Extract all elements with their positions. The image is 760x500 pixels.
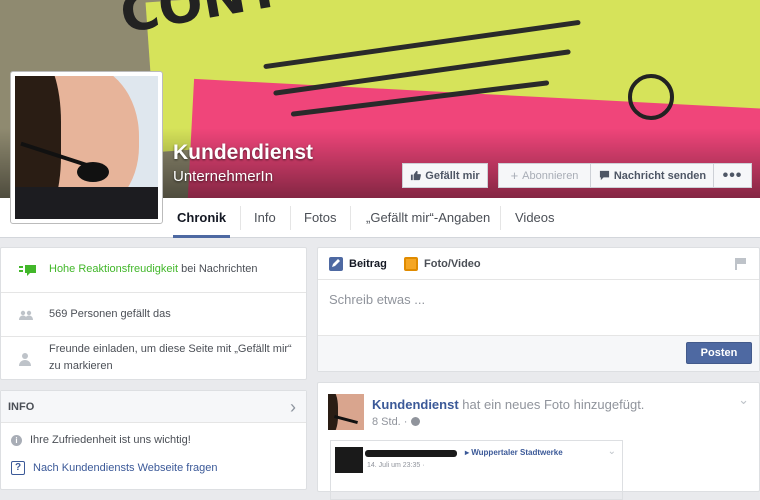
profile-picture[interactable] — [10, 71, 163, 224]
more-options-button[interactable]: ••• — [713, 163, 752, 188]
embedded-post[interactable]: ▸ Wuppertaler Stadtwerke 14. Juli um 23:… — [330, 440, 623, 500]
info-icon: i — [11, 434, 22, 446]
add-person-icon — [19, 353, 31, 366]
message-icon — [599, 170, 609, 181]
follow-label: Abonnieren — [522, 169, 579, 182]
redacted-avatar — [335, 447, 363, 473]
story-time[interactable]: 8 Std. · — [372, 416, 407, 428]
info-header[interactable]: INFO › — [1, 391, 306, 423]
author-avatar[interactable] — [328, 394, 364, 430]
chevron-right-icon: › — [290, 397, 296, 417]
status-input[interactable]: Schreib etwas ... — [329, 292, 425, 307]
message-label: Nachricht senden — [613, 169, 707, 182]
ask-website-row[interactable]: ? Nach Kundendiensts Webseite fragen — [11, 461, 217, 475]
tab-beitrag-label: Beitrag — [349, 258, 387, 270]
embedded-date: 14. Juli um 23:35 · — [367, 462, 425, 469]
send-message-button[interactable]: Nachricht senden — [590, 163, 714, 188]
plus-icon: + — [510, 168, 519, 183]
info-title: INFO — [8, 401, 35, 413]
chevron-down-icon[interactable]: ⌄ — [738, 392, 749, 408]
embedded-page-label: Wuppertaler Stadtwerke — [471, 448, 563, 457]
likes-count[interactable]: 569 Personen gefällt das — [49, 306, 298, 323]
tab-info[interactable]: Info — [250, 198, 280, 238]
ask-website-link[interactable]: Nach Kundendiensts Webseite fragen — [33, 462, 217, 474]
responsiveness-badge: Hohe Reaktionsfreudigkeit — [49, 263, 179, 275]
question-icon: ? — [11, 461, 25, 475]
story-meta: 8 Std. · — [372, 416, 420, 428]
like-button[interactable]: Gefällt mir — [402, 163, 488, 188]
pencil-icon — [329, 257, 343, 271]
author-name[interactable]: Kundendienst — [372, 397, 459, 412]
tab-beitrag[interactable]: Beitrag — [329, 248, 387, 280]
story-action: hat ein neues Foto hinzugefügt. — [458, 397, 645, 412]
tab-foto-video-label: Foto/Video — [424, 258, 481, 270]
tab-chronik[interactable]: Chronik — [173, 198, 231, 238]
embedded-page-name[interactable]: ▸ Wuppertaler Stadtwerke — [465, 448, 563, 457]
tab-foto-video[interactable]: Foto/Video — [404, 248, 481, 280]
post-composer: Beitrag Foto/Video Schreib etwas ... Pos… — [317, 247, 760, 372]
like-label: Gefällt mir — [425, 169, 480, 182]
page-title[interactable]: Kundendienst — [173, 141, 313, 165]
feed-story: Kundendienst hat ein neues Foto hinzugef… — [317, 382, 760, 500]
photo-icon — [404, 257, 418, 271]
message-bubble-icon — [19, 265, 36, 276]
redacted-name — [365, 450, 457, 457]
tab-likes[interactable]: „Gefällt mir“-Angaben — [362, 198, 494, 238]
page-stats-card: Hohe Reaktionsfreudigkeit bei Nachrichte… — [0, 247, 307, 380]
tab-videos[interactable]: Videos — [511, 198, 559, 238]
embedded-chevron-icon[interactable]: ⌄ — [608, 446, 616, 457]
about-row: i Ihre Zufriedenheit ist uns wichtig! — [11, 434, 191, 446]
thumbs-up-icon — [411, 170, 422, 181]
invite-friends-link[interactable]: Freunde einladen, um diese Seite mit „Ge… — [49, 341, 298, 375]
globe-icon — [410, 417, 420, 426]
follow-button[interactable]: + Abonnieren — [498, 163, 590, 188]
about-text: Ihre Zufriedenheit ist uns wichtig! — [30, 434, 191, 446]
flag-icon[interactable] — [735, 258, 747, 270]
composer-footer: Posten — [318, 335, 759, 371]
tab-fotos[interactable]: Fotos — [300, 198, 341, 238]
info-card: INFO › i Ihre Zufriedenheit ist uns wich… — [0, 390, 307, 490]
story-headline: Kundendienst hat ein neues Foto hinzugef… — [372, 397, 644, 412]
responsiveness-text: bei Nachrichten — [178, 263, 258, 275]
page-category: UnternehmerIn — [173, 168, 274, 185]
post-button[interactable]: Posten — [686, 342, 752, 364]
people-icon — [19, 310, 33, 320]
